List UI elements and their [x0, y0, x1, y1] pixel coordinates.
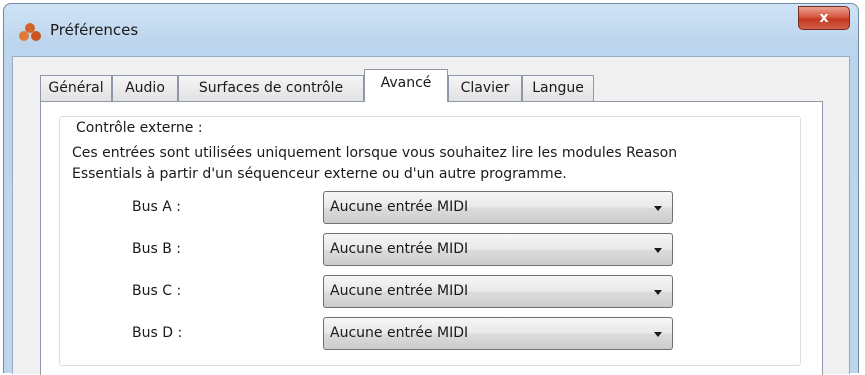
- bus-b-value: Aucune entrée MIDI: [330, 241, 469, 257]
- group-legend: Contrôle externe :: [74, 120, 205, 136]
- bus-b-row: Bus B : Aucune entrée MIDI: [60, 233, 800, 266]
- dropdown-arrow-icon: [654, 332, 662, 337]
- bus-a-select[interactable]: Aucune entrée MIDI: [323, 191, 673, 224]
- bus-a-value: Aucune entrée MIDI: [330, 199, 469, 215]
- external-control-group: Contrôle externe : Ces entrées sont util…: [59, 116, 801, 366]
- dropdown-arrow-icon: [654, 290, 662, 295]
- tab-language[interactable]: Langue: [522, 75, 594, 101]
- bus-c-label: Bus C :: [132, 283, 182, 299]
- bus-a-label: Bus A :: [132, 199, 181, 215]
- dialog-client-area: Général Audio Surfaces de contrôle Avanc…: [12, 56, 850, 375]
- bus-a-row: Bus A : Aucune entrée MIDI: [60, 191, 800, 224]
- close-icon: x: [819, 10, 829, 26]
- bus-c-select[interactable]: Aucune entrée MIDI: [323, 275, 673, 308]
- tab-label: Langue: [532, 80, 584, 96]
- preferences-window: Préférences x Général Audio Surfaces de …: [3, 3, 859, 375]
- tab-advanced[interactable]: Avancé: [364, 69, 448, 102]
- bus-d-label: Bus D :: [132, 325, 183, 341]
- tab-label: Général: [48, 80, 104, 96]
- window-title: Préférences: [50, 21, 139, 39]
- reason-app-icon: [18, 22, 42, 42]
- bus-c-value: Aucune entrée MIDI: [330, 283, 469, 299]
- tab-label: Surfaces de contrôle: [198, 80, 344, 96]
- tab-keyboard[interactable]: Clavier: [448, 75, 522, 101]
- description-line-1: Ces entrées sont utilisées uniquement lo…: [72, 145, 678, 161]
- dropdown-arrow-icon: [654, 206, 662, 211]
- tab-label: Audio: [125, 80, 165, 96]
- bus-d-row: Bus D : Aucune entrée MIDI: [60, 317, 800, 350]
- tab-label: Clavier: [460, 80, 510, 96]
- tab-general[interactable]: Général: [40, 75, 112, 101]
- bus-d-select[interactable]: Aucune entrée MIDI: [323, 317, 673, 350]
- description-line-2: Essentials à partir d'un séquenceur exte…: [72, 166, 567, 182]
- bus-c-row: Bus C : Aucune entrée MIDI: [60, 275, 800, 308]
- group-description: Ces entrées sont utilisées uniquement lo…: [72, 143, 802, 185]
- dropdown-arrow-icon: [654, 248, 662, 253]
- bus-b-select[interactable]: Aucune entrée MIDI: [323, 233, 673, 266]
- tab-label: Avancé: [380, 75, 432, 91]
- bus-d-value: Aucune entrée MIDI: [330, 325, 469, 341]
- close-button[interactable]: x: [798, 6, 850, 30]
- tab-audio[interactable]: Audio: [112, 75, 178, 101]
- bus-b-label: Bus B :: [132, 241, 181, 257]
- tab-control-surfaces[interactable]: Surfaces de contrôle: [178, 75, 364, 101]
- title-bar[interactable]: Préférences x: [4, 4, 858, 56]
- advanced-tab-panel: Contrôle externe : Ces entrées sont util…: [40, 101, 823, 375]
